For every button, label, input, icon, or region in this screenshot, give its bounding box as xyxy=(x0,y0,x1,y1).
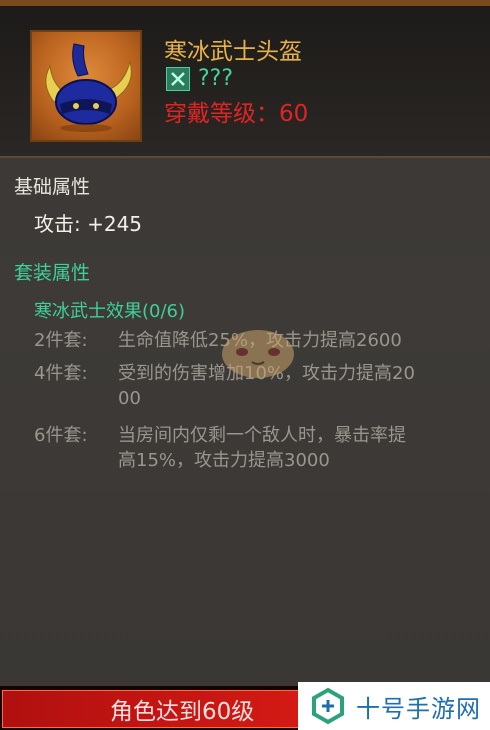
horned-helmet-icon xyxy=(45,43,132,132)
brand-name: 十号手游网 xyxy=(356,694,481,723)
brand-watermark: 十号手游网 xyxy=(298,682,490,730)
mascot-watermark-icon xyxy=(222,330,294,378)
set-bonus-label: 4件套: xyxy=(34,363,88,384)
set-indicator: ??? xyxy=(166,66,233,91)
set-unknown-text: ??? xyxy=(198,66,234,91)
attack-stat: 攻击: +245 xyxy=(34,212,143,236)
set-bonus-text-cont: 00 xyxy=(118,388,141,409)
crossed-swords-icon xyxy=(166,66,190,91)
set-bonus-6: 6件套: 当房间内仅剩一个敌人时，暴击率提 高15%，攻击力提高3000 xyxy=(34,423,486,473)
set-bonus-label: 6件套: xyxy=(34,425,88,446)
item-name: 寒冰武士头盔 xyxy=(164,39,302,65)
base-attributes-title: 基础属性 xyxy=(14,176,91,198)
brand-logo-icon xyxy=(312,687,344,725)
level-requirement-banner-text: 角色达到60级 xyxy=(110,699,255,725)
item-tooltip-panel: 寒冰武士头盔 ??? 穿戴等级：60 基础属性 攻击: +245 套装属性 寒冰… xyxy=(0,0,490,730)
item-header: 寒冰武士头盔 ??? 穿戴等级：60 xyxy=(0,6,490,158)
set-bonus-text: 当房间内仅剩一个敌人时，暴击率提 xyxy=(118,425,406,446)
set-attributes-title: 套装属性 xyxy=(14,262,91,284)
set-bonus-text-cont: 高15%，攻击力提高3000 xyxy=(118,450,330,471)
item-icon-frame[interactable] xyxy=(30,30,142,142)
set-bonus-label: 2件套: xyxy=(34,330,88,351)
equip-level-requirement: 穿戴等级：60 xyxy=(164,101,309,127)
set-effect-name: 寒冰武士效果(0/6) xyxy=(34,301,186,322)
